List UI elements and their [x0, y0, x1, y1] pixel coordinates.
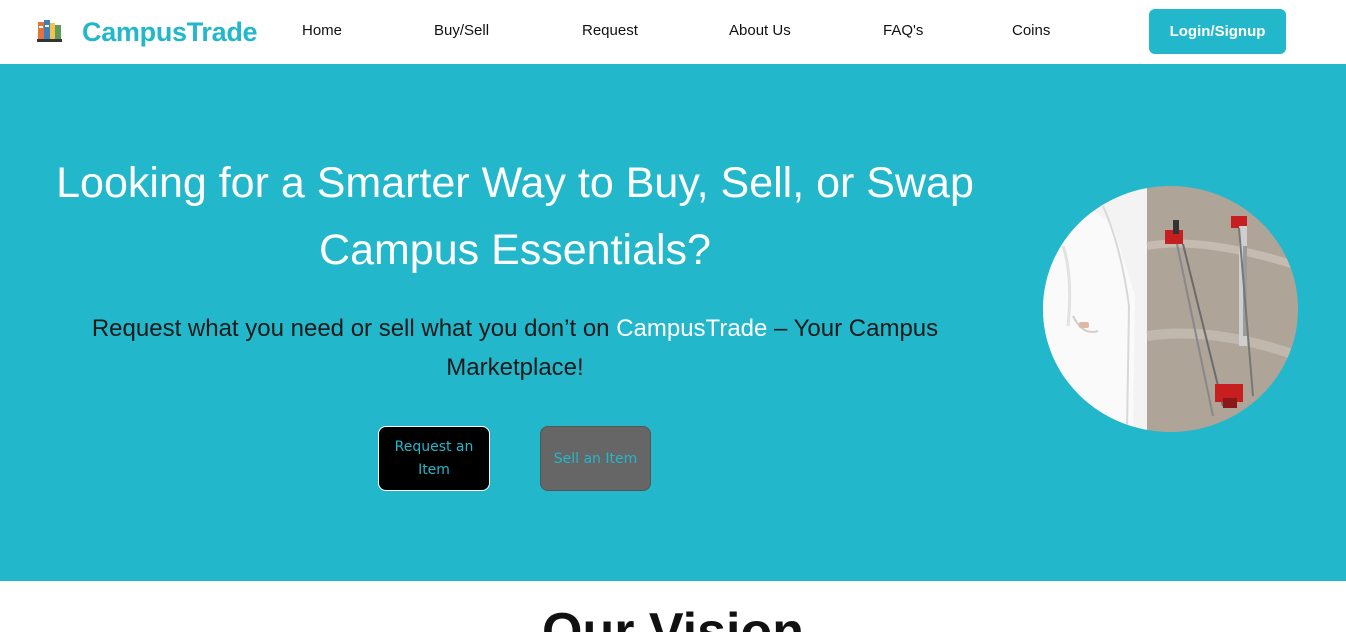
nav-link-coins[interactable]: Coins	[1012, 21, 1050, 41]
hero-subtitle-brand: CampusTrade	[616, 315, 768, 342]
nav-link-home[interactable]: Home	[302, 21, 342, 41]
hero-subtitle: Request what you need or sell what you d…	[40, 309, 990, 387]
hero-section: Looking for a Smarter Way to Buy, Sell, …	[0, 64, 1346, 581]
vision-heading: Our Vision	[542, 603, 804, 632]
books-icon	[37, 20, 62, 42]
hero-image	[1043, 186, 1298, 432]
nav-link-buy-sell[interactable]: Buy/Sell	[434, 21, 489, 41]
brand[interactable]: CampusTrade	[36, 16, 258, 47]
lab-equipment-image	[1043, 186, 1298, 432]
hero-subtitle-lead: Request what you need or sell what you d…	[91, 315, 617, 342]
login-signup-button[interactable]: Login/Signup	[1149, 9, 1286, 54]
nav-link-about-us[interactable]: About Us	[729, 21, 791, 41]
nav-link-faqs[interactable]: FAQ's	[883, 21, 923, 41]
sell-item-button[interactable]: Sell an Item	[540, 426, 651, 491]
brand-name[interactable]: CampusTrade	[82, 16, 258, 48]
navbar: CampusTrade Home Buy/Sell Request About …	[0, 0, 1346, 64]
request-item-button[interactable]: Request an Item	[378, 426, 490, 491]
nav-link-request[interactable]: Request	[582, 21, 638, 41]
hero-title: Looking for a Smarter Way to Buy, Sell, …	[56, 159, 974, 274]
